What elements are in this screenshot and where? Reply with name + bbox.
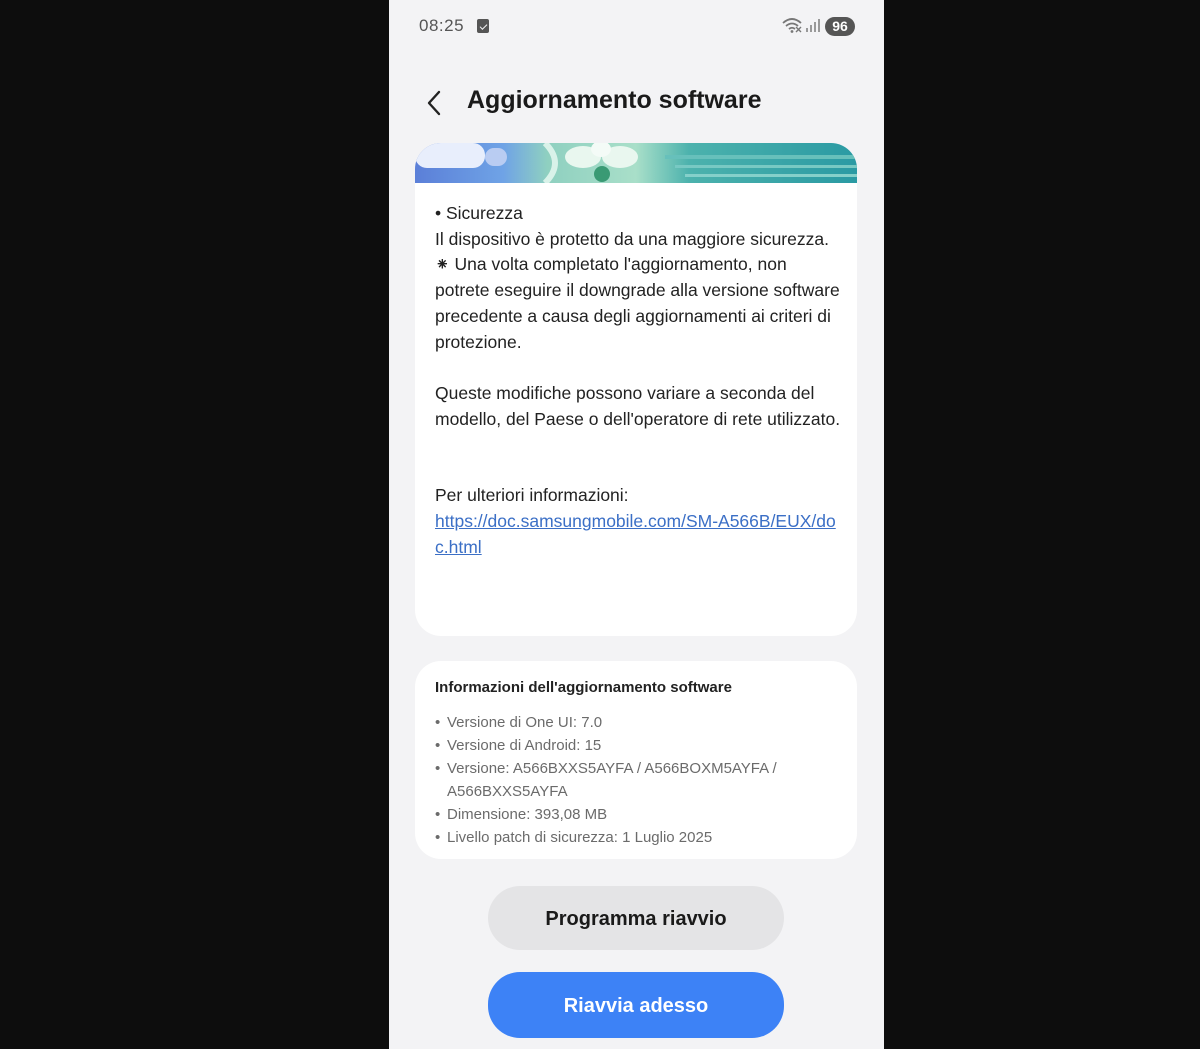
status-bar: 08:25 96 <box>389 0 884 52</box>
header-banner-illustration <box>415 143 857 183</box>
update-info-title: Informazioni dell'aggiornamento software <box>435 679 732 696</box>
signal-icon <box>806 19 820 32</box>
section-heading: • Sicurezza <box>435 203 523 223</box>
disclaimer-text: Queste modifiche possono variare a secon… <box>435 382 841 429</box>
phone-screen: 08:25 96 Aggiornamento software • Sicure… <box>389 0 884 1049</box>
info-item-size: Dimensione: 393,08 MB <box>435 803 845 826</box>
info-item-security-patch: Livello patch di sicurezza: 1 Luglio 202… <box>435 826 845 849</box>
more-info-label: Per ulteriori informazioni: <box>435 485 629 506</box>
info-item-android-version: Versione di Android: 15 <box>435 734 845 757</box>
back-button[interactable] <box>421 86 451 120</box>
wifi-icon <box>782 18 802 33</box>
restart-now-button[interactable]: Riavvia adesso <box>488 972 784 1038</box>
update-info-card: Informazioni dell'aggiornamento software… <box>415 661 857 859</box>
page-title: Aggiornamento software <box>467 86 762 114</box>
info-item-build-version: Versione: A566BXXS5AYFA / A566BOXM5AYFA … <box>435 757 845 803</box>
notification-icon <box>477 19 489 33</box>
status-time: 08:25 <box>419 16 465 35</box>
changelog-text: • Sicurezza Il dispositivo è protetto da… <box>435 201 845 560</box>
schedule-restart-button[interactable]: Programma riavvio <box>488 886 784 950</box>
changelog-card: • Sicurezza Il dispositivo è protetto da… <box>415 143 857 636</box>
update-info-list: Versione di One UI: 7.0 Versione di Andr… <box>435 711 845 849</box>
section-body: Il dispositivo è protetto da una maggior… <box>435 228 829 249</box>
battery-badge: 96 <box>825 17 855 36</box>
chevron-left-icon <box>427 90 441 116</box>
downgrade-note: ⁕ Una volta completato l'aggiornamento, … <box>435 254 840 352</box>
more-info-link[interactable]: https://doc.samsungmobile.com/SM-A566B/E… <box>435 511 836 557</box>
info-item-oneui-version: Versione di One UI: 7.0 <box>435 711 845 734</box>
